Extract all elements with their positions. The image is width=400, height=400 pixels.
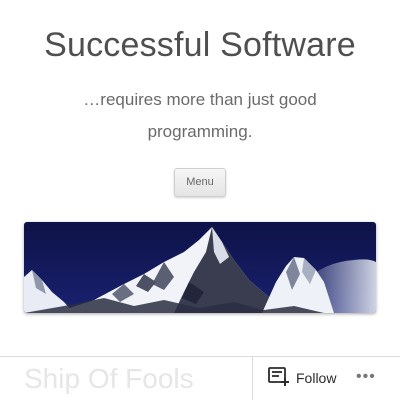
follow-label: Follow	[296, 370, 337, 386]
site-description: …requires more than just good programmin…	[83, 90, 317, 141]
header-image	[24, 222, 376, 313]
site-title[interactable]: Successful Software	[0, 26, 400, 65]
reader-follow-icon	[268, 366, 290, 391]
mountain-photo	[24, 222, 376, 313]
post-title[interactable]: Ship Of Fools	[24, 363, 194, 395]
more-dots-icon[interactable]: •••	[356, 369, 378, 386]
follow-button[interactable]: Follow	[268, 366, 336, 390]
menu-button[interactable]: Menu	[174, 168, 226, 197]
